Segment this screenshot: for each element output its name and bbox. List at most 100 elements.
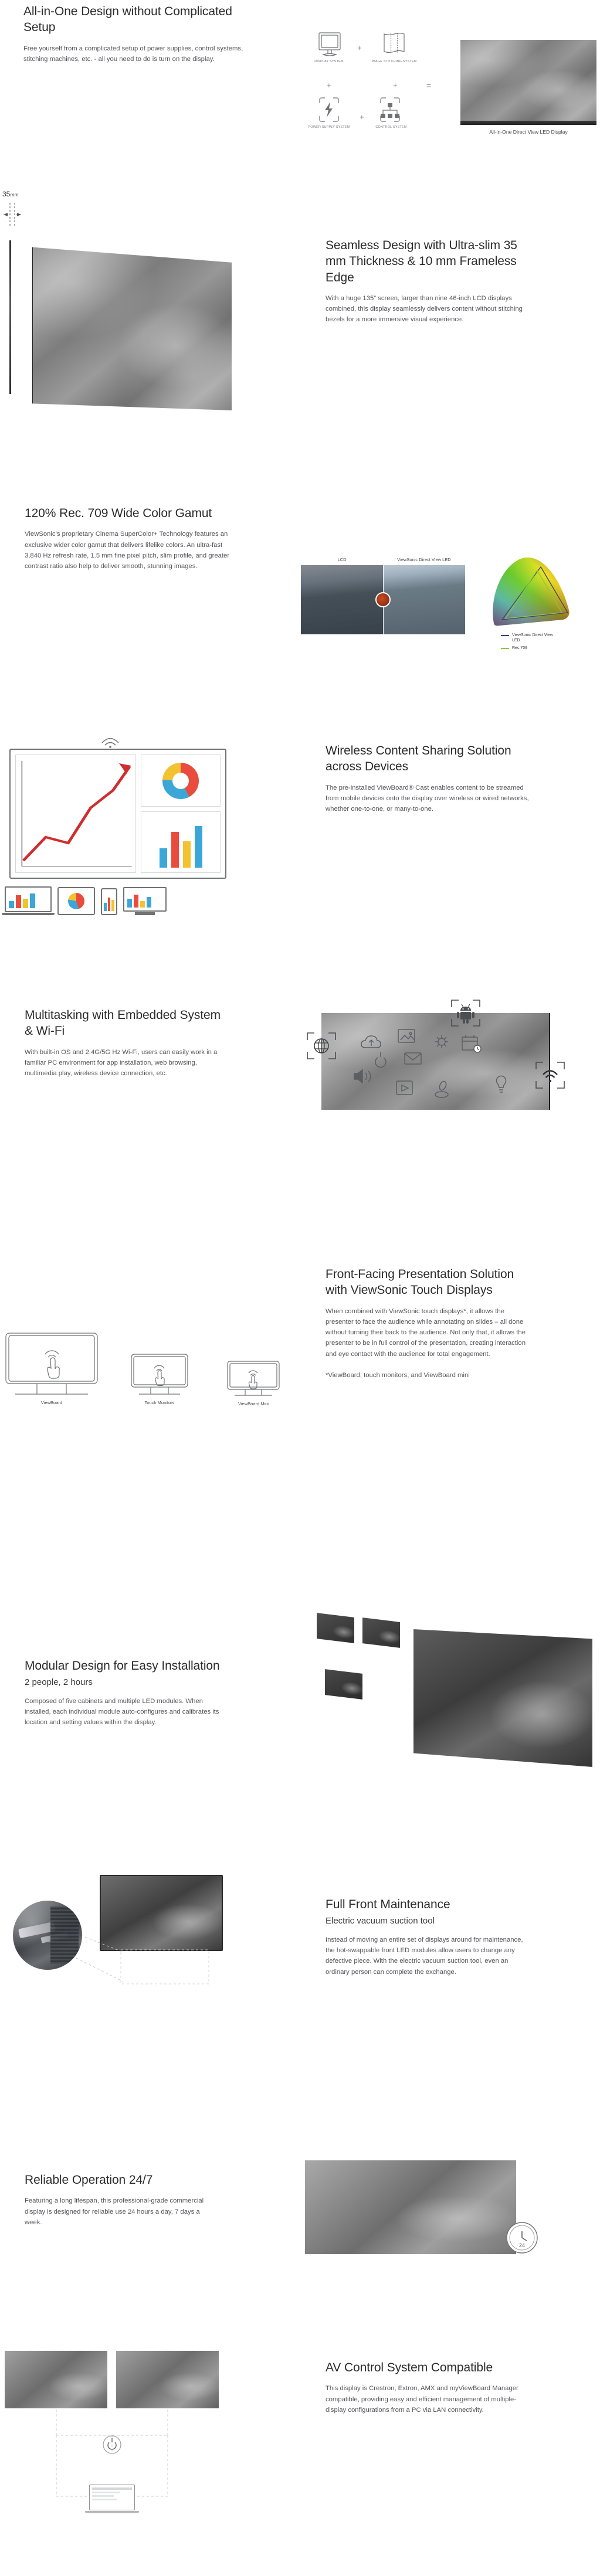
- av-display-left: [5, 2351, 107, 2408]
- all-in-one-body: Free yourself from a complicated setup o…: [23, 45, 243, 63]
- section-title: Wireless Content Sharing Solution across…: [326, 744, 511, 774]
- legend-swatch-viewsonic: [501, 635, 509, 636]
- section-subtitle: Electric vacuum suction tool: [326, 1916, 435, 1926]
- embedded-system-display: [307, 1000, 565, 1110]
- compare-magnifier: [375, 592, 391, 607]
- modular-module-1: [317, 1613, 354, 1643]
- all-in-one-result: All-in-One Direct View LED Display: [460, 40, 596, 135]
- comparison-photo: [301, 565, 465, 634]
- result-caption: All-in-One Direct View LED Display: [489, 129, 568, 135]
- plus-operator-1: +: [357, 43, 362, 52]
- device-label-viewboard: ViewBoard: [40, 1400, 63, 1405]
- app-icon-cluster: [354, 1029, 507, 1098]
- touch-device-group: ViewBoard Touch Monitors ViewBoard Mini: [0, 1319, 293, 1430]
- modular-module-3: [325, 1669, 362, 1700]
- section-body: When combined with ViewSonic touch displ…: [326, 1307, 526, 1358]
- section-body: With a huge 135” screen, larger than nin…: [326, 294, 523, 324]
- touch-screen-icon: [131, 1354, 188, 1395]
- modular-module-2: [362, 1617, 400, 1648]
- section-body: This display is Crestron, Extron, AMX an…: [326, 2385, 518, 2414]
- reliable-illustration: 24: [305, 2160, 575, 2269]
- compare-label-led: ViewSonic Direct View LED: [397, 557, 451, 562]
- modular-illustration: [317, 1613, 592, 1785]
- section-av-control: AV Control System Compatible This displa…: [0, 2327, 600, 2576]
- monitor-device: [123, 887, 167, 915]
- page-title: All-in-One Design without Complicated Se…: [23, 5, 232, 35]
- wifi-icon: [101, 738, 119, 748]
- led-display-bezel: [460, 121, 596, 125]
- power-icon: [107, 2438, 117, 2450]
- gamut-legend: ViewSonic Direct View LED Rec.709: [501, 633, 581, 651]
- calendar-clock-icon: [462, 1035, 482, 1053]
- section-subtitle: 2 people, 2 hours: [25, 1677, 93, 1688]
- legend-label-rec709: Rec.709: [512, 646, 528, 651]
- section-title: Multitasking with Embedded System & Wi-F…: [25, 1008, 221, 1038]
- device-touch-monitors: Touch Monitors: [130, 1353, 189, 1405]
- clock-24-icon: 24: [506, 2222, 538, 2254]
- section-seamless-design: 35 mm Seamless Design with Ultra-slim 35…: [0, 176, 600, 481]
- section-title: Modular Design for Easy Installation: [25, 1659, 220, 1673]
- device-viewboard: ViewBoard: [5, 1332, 99, 1405]
- section-title: Seamless Design with Ultra-slim 35 mm Th…: [326, 239, 517, 284]
- section-wireless-sharing: Wireless Content Sharing Solution across…: [0, 727, 600, 979]
- cloud-upload-icon: [361, 1035, 381, 1048]
- touch-screen-icon: [227, 1361, 280, 1396]
- wireless-display: [9, 749, 226, 879]
- all-in-one-diagram: DISPLAY SYSTEM + IMAGE STITCHING SYSTEM …: [302, 30, 431, 145]
- seamless-text: Seamless Design with Ultra-slim 35 mm Th…: [326, 237, 531, 325]
- chart-line-tile: [15, 755, 136, 873]
- chart-donut-tile: [141, 755, 221, 807]
- compare-label-lcd: LCD: [337, 557, 347, 562]
- section-title: AV Control System Compatible: [326, 2361, 493, 2374]
- device-label-viewboard-mini: ViewBoard Mini: [238, 1401, 269, 1406]
- device-row: [0, 886, 246, 915]
- lcd-vs-led-comparison: LCD ViewSonic Direct View LED: [301, 557, 465, 634]
- section-front-facing: Front-Facing Presentation Solution with …: [0, 1225, 600, 1518]
- section-modular-design: Modular Design for Easy Installation 2 p…: [0, 1518, 600, 1829]
- section-color-gamut: 120% Rec. 709 Wide Color Gamut ViewSonic…: [0, 481, 600, 727]
- chart-bar-tile: [141, 811, 221, 873]
- section-multitasking: Multitasking with Embedded System & Wi-F…: [0, 979, 600, 1225]
- mail-icon: [404, 1052, 422, 1065]
- multitask-text: Multitasking with Embedded System & Wi-F…: [25, 1007, 224, 1079]
- diagram-label: POWER SUPPLY SYSTEM: [308, 125, 350, 129]
- av-control-text: AV Control System Compatible This displa…: [326, 2360, 530, 2415]
- reliable-display: [305, 2160, 516, 2254]
- diagram-item-display-system: DISPLAY SYSTEM: [307, 30, 351, 63]
- led-display-panel: [460, 40, 596, 121]
- av-display-right: [116, 2351, 219, 2408]
- display-panel-angled: [32, 247, 232, 410]
- front-facing-text: Front-Facing Presentation Solution with …: [326, 1266, 530, 1381]
- touch-screen-icon: [5, 1333, 98, 1395]
- gamut-text: 120% Rec. 709 Wide Color Gamut ViewSonic…: [25, 505, 230, 572]
- legend-swatch-rec709: [501, 648, 509, 650]
- section-title: Reliable Operation 24/7: [25, 2173, 153, 2187]
- wireless-text: Wireless Content Sharing Solution across…: [326, 743, 530, 814]
- diagram-item-stitching-system: IMAGE STITCHING SYSTEM: [369, 30, 419, 63]
- plus-operator-3: +: [393, 81, 398, 90]
- thickness-unit: mm: [10, 192, 19, 198]
- device-label-touch-monitors: Touch Monitors: [144, 1400, 175, 1405]
- vacuum-tool-photo: [13, 1901, 82, 1970]
- product-feature-page: All-in-One Design without Complicated Se…: [0, 0, 600, 2576]
- legend-label-viewsonic: ViewSonic Direct View LED: [512, 633, 553, 643]
- section-note: *ViewBoard, touch monitors, and ViewBoar…: [326, 1372, 470, 1379]
- section-body: With built-in OS and 2.4G/5G Hz Wi-Fi, u…: [25, 1048, 218, 1078]
- all-in-one-text: All-in-One Design without Complicated Se…: [23, 4, 255, 64]
- display-perspective: [32, 240, 232, 410]
- slim-edge-bar: [9, 240, 11, 394]
- device-viewboard-mini: ViewBoard Mini: [226, 1360, 280, 1406]
- gear-icon: [435, 1035, 448, 1048]
- section-body: The pre-installed ViewBoard® Cast enable…: [326, 784, 529, 813]
- connection-lines: [56, 2410, 168, 2497]
- control-laptop: [85, 2485, 139, 2513]
- laptop-device: [2, 886, 55, 915]
- diagram-label: CONTROL SYSTEM: [375, 125, 407, 129]
- plus-operator-4: +: [360, 113, 364, 121]
- power-icon: [375, 1052, 387, 1068]
- av-control-illustration: [0, 2351, 305, 2544]
- maintenance-illustration: [6, 1864, 299, 2017]
- section-title: 120% Rec. 709 Wide Color Gamut: [25, 507, 212, 520]
- maintenance-text: Full Front Maintenance Electric vacuum s…: [326, 1897, 530, 1977]
- mouse-icon: [435, 1080, 449, 1098]
